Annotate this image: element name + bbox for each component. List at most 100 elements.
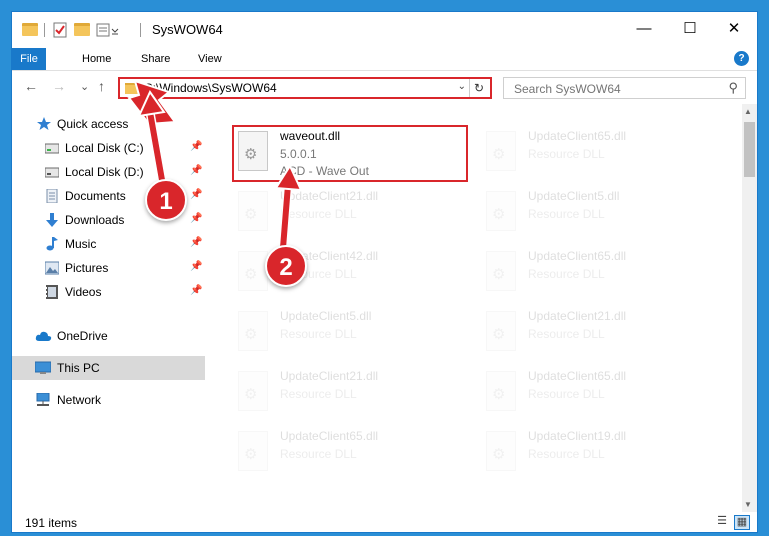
file-type: Resource DLL: [528, 147, 605, 161]
file-item[interactable]: ⚙ UpdateClient21.dll Resource DLL: [232, 185, 467, 241]
pin-icon: 📌: [190, 189, 203, 200]
large-icons-view-icon[interactable]: ▦: [734, 515, 750, 530]
separator: [140, 23, 141, 37]
properties-icon[interactable]: [52, 21, 68, 39]
sidebar-item-onedrive[interactable]: OneDrive: [12, 324, 205, 348]
recent-locations-button[interactable]: ⌄: [80, 80, 89, 93]
dll-file-icon: ⚙: [238, 431, 268, 471]
navigation-pane: Quick access Local Disk (C:) 📌 Local Dis…: [12, 104, 205, 512]
details-view-icon[interactable]: ☰: [715, 515, 729, 528]
pin-icon: 📌: [190, 213, 203, 224]
sidebar-item-network[interactable]: Network: [12, 388, 205, 412]
explorer-window: SysWOW64 — ☐ ✕ File Home Share View ? ← …: [12, 12, 757, 532]
file-name: UpdateClient65.dll: [528, 249, 627, 263]
pin-icon: 📌: [190, 237, 203, 248]
file-item[interactable]: ⚙ UpdateClient5.dll Resource DLL: [232, 305, 467, 361]
file-item[interactable]: ⚙ UpdateClient65.dll Resource DLL: [480, 365, 715, 421]
file-list: ⚙ waveout.dll 5.0.0.1 ACD - Wave Out ⚙ U…: [212, 104, 742, 512]
file-name: UpdateClient21.dll: [280, 189, 379, 203]
sidebar-item-label: Downloads: [65, 213, 125, 227]
help-icon[interactable]: ?: [734, 51, 749, 66]
sidebar-item-label: This PC: [57, 361, 100, 375]
sidebar-item-quick-access[interactable]: Quick access: [12, 112, 205, 136]
dll-file-icon: ⚙: [486, 191, 516, 231]
highlight-box: [232, 125, 468, 182]
chevron-down-icon[interactable]: ⌄: [458, 81, 466, 92]
sidebar-item-label: Local Disk (C:): [65, 141, 144, 155]
sidebar-item-label: Documents: [65, 189, 126, 203]
minimize-button[interactable]: —: [621, 12, 667, 46]
dll-file-icon: ⚙: [486, 311, 516, 351]
drive-icon: [45, 143, 59, 154]
file-item[interactable]: ⚙ UpdateClient21.dll Resource DLL: [232, 365, 467, 421]
sidebar-item-local-disk-d[interactable]: Local Disk (D:) 📌: [12, 160, 205, 184]
close-button[interactable]: ✕: [711, 12, 757, 46]
music-icon: [46, 237, 58, 251]
file-item[interactable]: ⚙ UpdateClient5.dll Resource DLL: [480, 185, 715, 241]
sidebar-item-this-pc[interactable]: This PC: [12, 356, 205, 380]
sidebar-item-label: OneDrive: [57, 329, 108, 343]
sidebar-item-label: Videos: [65, 285, 102, 299]
navigation-bar: ← → ⌄ ↑ C:\Windows\SysWOW64 ⌄ ↻ ⚲: [12, 70, 757, 105]
dll-file-icon: ⚙: [238, 251, 268, 291]
up-button[interactable]: ↑: [98, 78, 105, 94]
tab-share[interactable]: Share: [131, 48, 180, 70]
file-item[interactable]: ⚙ UpdateClient65.dll Resource DLL: [232, 425, 467, 481]
download-icon: [46, 213, 58, 227]
refresh-button[interactable]: ↻: [469, 79, 488, 97]
pin-icon: 📌: [190, 141, 203, 152]
tab-view[interactable]: View: [188, 48, 232, 70]
scroll-up-icon[interactable]: ▲: [744, 107, 752, 116]
tab-file[interactable]: File: [12, 48, 46, 70]
star-icon: [37, 117, 51, 130]
file-type: Resource DLL: [528, 327, 605, 341]
file-type: Resource DLL: [528, 267, 605, 281]
new-folder-icon[interactable]: [74, 21, 90, 39]
search-input[interactable]: [512, 79, 726, 99]
file-item[interactable]: ⚙ UpdateClient65.dll Resource DLL: [480, 125, 715, 181]
address-path[interactable]: C:\Windows\SysWOW64: [144, 81, 277, 95]
search-icon[interactable]: ⚲: [728, 80, 738, 96]
documents-icon: [46, 189, 58, 203]
sidebar-item-local-disk-c[interactable]: Local Disk (C:) 📌: [12, 136, 205, 160]
dll-file-icon: ⚙: [238, 191, 268, 231]
dll-file-icon: ⚙: [486, 371, 516, 411]
file-item[interactable]: ⚙ UpdateClient65.dll Resource DLL: [480, 245, 715, 301]
search-box[interactable]: ⚲: [503, 77, 746, 99]
ribbon: File Home Share View ?: [12, 48, 757, 70]
forward-button[interactable]: →: [52, 78, 66, 94]
video-icon: [46, 285, 58, 299]
file-name: UpdateClient21.dll: [528, 309, 627, 323]
sidebar-item-label: Local Disk (D:): [65, 165, 144, 179]
file-name: UpdateClient19.dll: [528, 429, 627, 443]
address-bar[interactable]: C:\Windows\SysWOW64 ⌄ ↻: [118, 77, 492, 99]
scrollbar-thumb[interactable]: [744, 122, 755, 177]
back-button[interactable]: ←: [24, 78, 38, 94]
file-name: UpdateClient65.dll: [528, 129, 627, 143]
file-item[interactable]: ⚙ UpdateClient19.dll Resource DLL: [480, 425, 715, 481]
window-title: SysWOW64: [152, 22, 223, 37]
file-name: UpdateClient65.dll: [280, 429, 379, 443]
tab-home[interactable]: Home: [72, 48, 121, 70]
file-type: Resource DLL: [280, 207, 357, 221]
file-item[interactable]: ⚙ UpdateClient21.dll Resource DLL: [480, 305, 715, 361]
scroll-down-icon[interactable]: ▼: [744, 500, 752, 509]
step-2-badge: 2: [265, 245, 307, 287]
file-type: Resource DLL: [280, 327, 357, 341]
computer-icon: [35, 361, 51, 374]
file-type: Resource DLL: [528, 387, 605, 401]
sidebar-item-music[interactable]: Music 📌: [12, 232, 205, 256]
file-type: Resource DLL: [528, 447, 605, 461]
pin-icon: 📌: [190, 261, 203, 272]
status-bar: 191 items ☰ ▦: [12, 512, 757, 532]
customize-toolbar-icon[interactable]: [96, 21, 124, 39]
maximize-button[interactable]: ☐: [667, 12, 713, 46]
folder-icon[interactable]: [22, 21, 38, 39]
dll-file-icon: ⚙: [486, 431, 516, 471]
title-bar: SysWOW64 — ☐ ✕: [12, 12, 757, 48]
file-name: UpdateClient5.dll: [528, 189, 620, 203]
vertical-scrollbar[interactable]: ▲ ▼: [742, 104, 757, 512]
sidebar-item-label: Quick access: [57, 117, 129, 131]
sidebar-item-videos[interactable]: Videos 📌: [12, 280, 205, 304]
sidebar-item-pictures[interactable]: Pictures 📌: [12, 256, 205, 280]
